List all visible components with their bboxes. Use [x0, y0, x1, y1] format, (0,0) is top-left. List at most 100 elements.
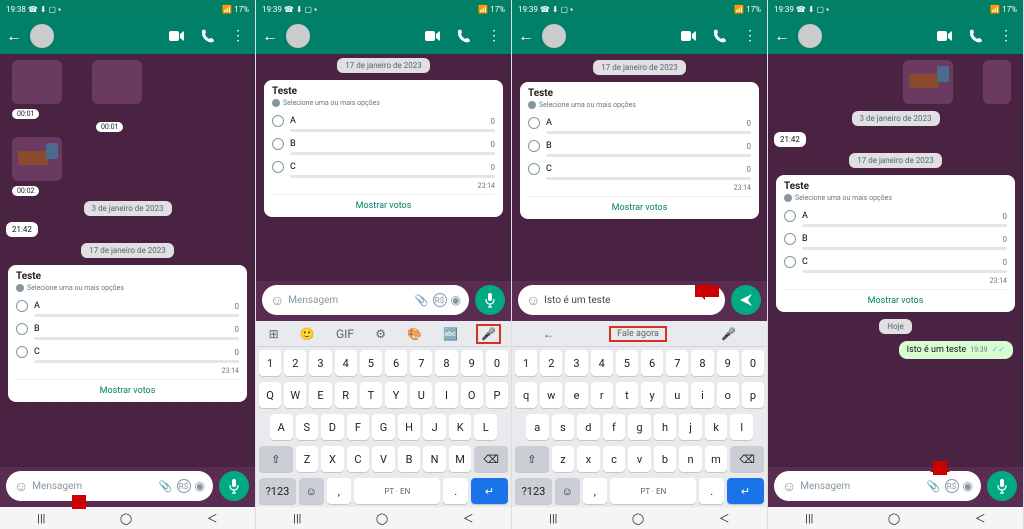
key-o[interactable]: o: [717, 382, 739, 408]
key-3[interactable]: 3: [565, 350, 587, 376]
key-u[interactable]: U: [410, 382, 432, 408]
kb-palette-icon[interactable]: 🎨: [404, 327, 425, 341]
camera-icon[interactable]: ◉: [963, 479, 973, 493]
message-input[interactable]: ☺ Mensagem 📎 R$ ◉: [262, 285, 469, 315]
poll-card[interactable]: Teste Selecione uma ou mais opções A0 B0…: [8, 265, 247, 402]
key-c[interactable]: c: [603, 446, 626, 472]
poll-option[interactable]: C0: [784, 252, 1007, 272]
backspace-key[interactable]: ⌫: [730, 446, 764, 472]
key-8[interactable]: 8: [691, 350, 713, 376]
poll-option[interactable]: B0: [784, 229, 1007, 249]
poll-card[interactable]: Teste Selecione uma ou mais opções A0 B0…: [776, 175, 1015, 312]
back-icon[interactable]: ←: [262, 26, 278, 46]
key-8[interactable]: 8: [435, 350, 457, 376]
key-t[interactable]: T: [360, 382, 382, 408]
send-button[interactable]: [731, 285, 761, 315]
poll-option[interactable]: A0: [784, 206, 1007, 226]
key-b[interactable]: b: [654, 446, 677, 472]
video-call-icon[interactable]: [933, 30, 957, 42]
nav-back[interactable]: ＜: [719, 510, 730, 526]
comma-key[interactable]: ,: [583, 478, 608, 504]
key-w[interactable]: w: [540, 382, 562, 408]
key-6[interactable]: 6: [385, 350, 407, 376]
space-key[interactable]: PT · EN: [610, 478, 696, 504]
key-m[interactable]: m: [705, 446, 728, 472]
poll-option[interactable]: A0: [528, 113, 751, 133]
attach-icon[interactable]: 📎: [415, 294, 429, 307]
key-g[interactable]: G: [372, 414, 395, 440]
key-v[interactable]: V: [372, 446, 395, 472]
sticker[interactable]: [92, 60, 142, 104]
period-key[interactable]: .: [443, 478, 468, 504]
avatar[interactable]: [30, 24, 54, 48]
voice-call-icon[interactable]: [965, 29, 987, 43]
sticker[interactable]: [903, 60, 953, 104]
key-l[interactable]: L: [474, 414, 497, 440]
key-1[interactable]: 1: [259, 350, 281, 376]
nav-home[interactable]: ◯: [632, 512, 644, 525]
nav-home[interactable]: ◯: [888, 512, 900, 525]
key-b[interactable]: B: [398, 446, 421, 472]
voice-call-icon[interactable]: [453, 29, 475, 43]
key-n[interactable]: n: [679, 446, 702, 472]
key-5[interactable]: 5: [616, 350, 638, 376]
kb-back-icon[interactable]: ←: [540, 327, 558, 341]
poll-option[interactable]: C0: [272, 157, 495, 177]
kb-settings-icon[interactable]: ⚙: [372, 327, 389, 341]
avatar[interactable]: [798, 24, 822, 48]
key-p[interactable]: P: [486, 382, 508, 408]
symbols-key[interactable]: ?123: [259, 478, 296, 504]
key-s[interactable]: s: [552, 414, 575, 440]
more-icon[interactable]: ⋮: [483, 28, 505, 44]
key-m[interactable]: M: [449, 446, 472, 472]
key-e[interactable]: e: [565, 382, 587, 408]
back-icon[interactable]: ←: [6, 26, 22, 46]
key-r[interactable]: r: [591, 382, 613, 408]
kb-translate-icon[interactable]: 🔤: [440, 327, 461, 341]
key-p[interactable]: p: [742, 382, 764, 408]
key-y[interactable]: y: [641, 382, 663, 408]
key-v[interactable]: v: [628, 446, 651, 472]
key-a[interactable]: a: [526, 414, 549, 440]
backspace-key[interactable]: ⌫: [474, 446, 508, 472]
key-7[interactable]: 7: [410, 350, 432, 376]
key-0[interactable]: 0: [486, 350, 508, 376]
kb-gif-icon[interactable]: GIF: [333, 327, 357, 341]
sticker[interactable]: [983, 60, 1011, 104]
mic-button[interactable]: [475, 285, 505, 315]
emoji-key[interactable]: ☺: [299, 478, 324, 504]
key-2[interactable]: 2: [540, 350, 562, 376]
poll-option[interactable]: B0: [272, 134, 495, 154]
key-q[interactable]: Q: [259, 382, 281, 408]
key-n[interactable]: N: [423, 446, 446, 472]
message-input[interactable]: ☺ Mensagem 📎 R$ ◉: [6, 471, 213, 501]
message-in[interactable]: 21:42: [774, 132, 806, 147]
kb-sticker-icon[interactable]: 🙂: [297, 327, 318, 341]
poll-option[interactable]: A0: [16, 296, 239, 316]
payment-icon[interactable]: R$: [433, 293, 447, 307]
mic-button[interactable]: [219, 471, 249, 501]
back-icon[interactable]: ←: [774, 26, 790, 46]
nav-recent[interactable]: |||: [37, 512, 45, 525]
kb-apps-icon[interactable]: ⊞: [266, 327, 282, 341]
camera-icon[interactable]: ◉: [195, 479, 205, 493]
message-out[interactable]: Isto é um teste 19:39 ✓✓: [899, 341, 1013, 359]
key-7[interactable]: 7: [666, 350, 688, 376]
back-icon[interactable]: ←: [518, 26, 534, 46]
poll-option[interactable]: A0: [272, 111, 495, 131]
show-votes-button[interactable]: Mostrar votos: [272, 194, 495, 215]
nav-home[interactable]: ◯: [376, 512, 388, 525]
key-h[interactable]: h: [654, 414, 677, 440]
comma-key[interactable]: ,: [327, 478, 352, 504]
key-d[interactable]: D: [321, 414, 344, 440]
show-votes-button[interactable]: Mostrar votos: [16, 379, 239, 400]
sticker[interactable]: [12, 60, 62, 104]
show-votes-button[interactable]: Mostrar votos: [784, 289, 1007, 310]
video-call-icon[interactable]: [421, 30, 445, 42]
nav-recent[interactable]: |||: [549, 512, 557, 525]
key-h[interactable]: H: [398, 414, 421, 440]
nav-home[interactable]: ◯: [120, 512, 132, 525]
key-z[interactable]: Z: [296, 446, 319, 472]
emoji-key[interactable]: ☺: [555, 478, 580, 504]
avatar[interactable]: [542, 24, 566, 48]
